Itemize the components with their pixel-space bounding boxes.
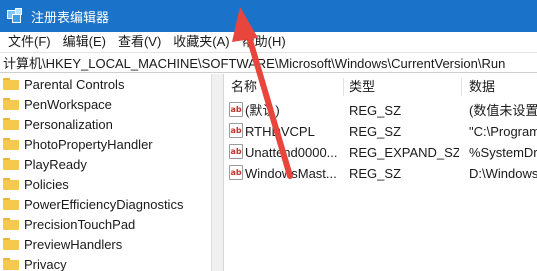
reg-string-icon: ab: [229, 165, 243, 180]
folder-icon: [3, 138, 19, 150]
folder-icon: [3, 78, 19, 90]
value-name: WindowsMast...: [245, 166, 337, 181]
list-header: 名称 类型 数据: [227, 74, 537, 100]
column-header-type[interactable]: 类型: [349, 74, 375, 100]
tree-item-photopropertyhandler[interactable]: PhotoPropertyHandler: [0, 134, 211, 154]
tree-item-label: Policies: [24, 176, 69, 192]
tree-item-label: Personalization: [24, 116, 113, 132]
value-row[interactable]: ab RTHDVCPL REG_SZ "C:\Program: [227, 121, 537, 142]
menu-help[interactable]: 帮助(H): [236, 32, 292, 52]
folder-icon: [3, 118, 19, 130]
value-type: REG_EXPAND_SZ: [349, 145, 459, 160]
address-path[interactable]: 计算机\HKEY_LOCAL_MACHINE\SOFTWARE\Microsof…: [3, 53, 505, 72]
folder-icon: [3, 178, 19, 190]
value-type: REG_SZ: [349, 103, 402, 118]
value-name: RTHDVCPL: [245, 124, 315, 139]
column-header-name[interactable]: 名称: [231, 74, 257, 100]
tree-item-label: PowerEfficiencyDiagnostics: [24, 196, 184, 212]
tree-item-previewhandlers[interactable]: PreviewHandlers: [0, 234, 211, 254]
key-tree: Parental Controls PenWorkspace Personali…: [0, 74, 211, 271]
tree-item-parental-controls[interactable]: Parental Controls: [0, 74, 211, 94]
tree-item-penworkspace[interactable]: PenWorkspace: [0, 94, 211, 114]
column-header-data[interactable]: 数据: [469, 74, 495, 100]
title-bar: 注册表编辑器: [0, 0, 537, 32]
column-divider[interactable]: [343, 78, 344, 96]
menu-file[interactable]: 文件(F): [2, 32, 57, 52]
value-type: REG_SZ: [349, 124, 402, 139]
value-row[interactable]: ab (默认) REG_SZ (数值未设置): [227, 100, 537, 121]
values-list: 名称 类型 数据 ab (默认) REG_SZ (数值未设置) ab RTHDV…: [227, 74, 537, 271]
value-row[interactable]: ab WindowsMast... REG_SZ D:\Windows: [227, 163, 537, 184]
value-data: "C:\Program: [469, 124, 537, 139]
value-type: REG_SZ: [349, 166, 402, 181]
folder-icon: [3, 238, 19, 250]
reg-string-icon: ab: [229, 123, 243, 138]
address-bar[interactable]: 计算机\HKEY_LOCAL_MACHINE\SOFTWARE\Microsof…: [0, 52, 537, 73]
column-divider[interactable]: [461, 78, 462, 96]
value-row[interactable]: ab Unattend0000... REG_EXPAND_SZ %System…: [227, 142, 537, 163]
folder-icon: [3, 218, 19, 230]
menu-favorites[interactable]: 收藏夹(A): [167, 32, 235, 52]
folder-icon: [3, 98, 19, 110]
value-data: D:\Windows: [469, 166, 537, 181]
tree-item-powerefficiencydiagnostics[interactable]: PowerEfficiencyDiagnostics: [0, 194, 211, 214]
tree-item-label: PlayReady: [24, 156, 87, 172]
tree-item-label: PreviewHandlers: [24, 236, 123, 252]
value-name: (默认): [245, 103, 280, 118]
tree-item-playready[interactable]: PlayReady: [0, 154, 211, 174]
value-name: Unattend0000...: [245, 145, 338, 160]
menu-view[interactable]: 查看(V): [112, 32, 167, 52]
tree-scrollbar[interactable]: [211, 74, 223, 271]
tree-item-personalization[interactable]: Personalization: [0, 114, 211, 134]
tree-item-label: Privacy: [24, 256, 67, 271]
tree-item-label: Parental Controls: [24, 76, 125, 92]
tree-item-privacy[interactable]: Privacy: [0, 254, 211, 271]
value-data: %SystemDri: [469, 145, 537, 160]
reg-string-icon: ab: [229, 102, 243, 117]
folder-icon: [3, 258, 19, 270]
reg-string-icon: ab: [229, 144, 243, 159]
menu-bar: 文件(F) 编辑(E) 查看(V) 收藏夹(A) 帮助(H): [0, 32, 537, 52]
registry-app-icon: [7, 8, 23, 24]
tree-item-label: PhotoPropertyHandler: [24, 136, 153, 152]
tree-item-precisiontouchpad[interactable]: PrecisionTouchPad: [0, 214, 211, 234]
folder-icon: [3, 158, 19, 170]
folder-icon: [3, 198, 19, 210]
tree-item-policies[interactable]: Policies: [0, 174, 211, 194]
menu-edit[interactable]: 编辑(E): [57, 32, 112, 52]
window-title: 注册表编辑器: [31, 9, 110, 25]
value-data: (数值未设置): [469, 103, 537, 118]
tree-item-label: PenWorkspace: [24, 96, 112, 112]
tree-item-label: PrecisionTouchPad: [24, 216, 136, 232]
